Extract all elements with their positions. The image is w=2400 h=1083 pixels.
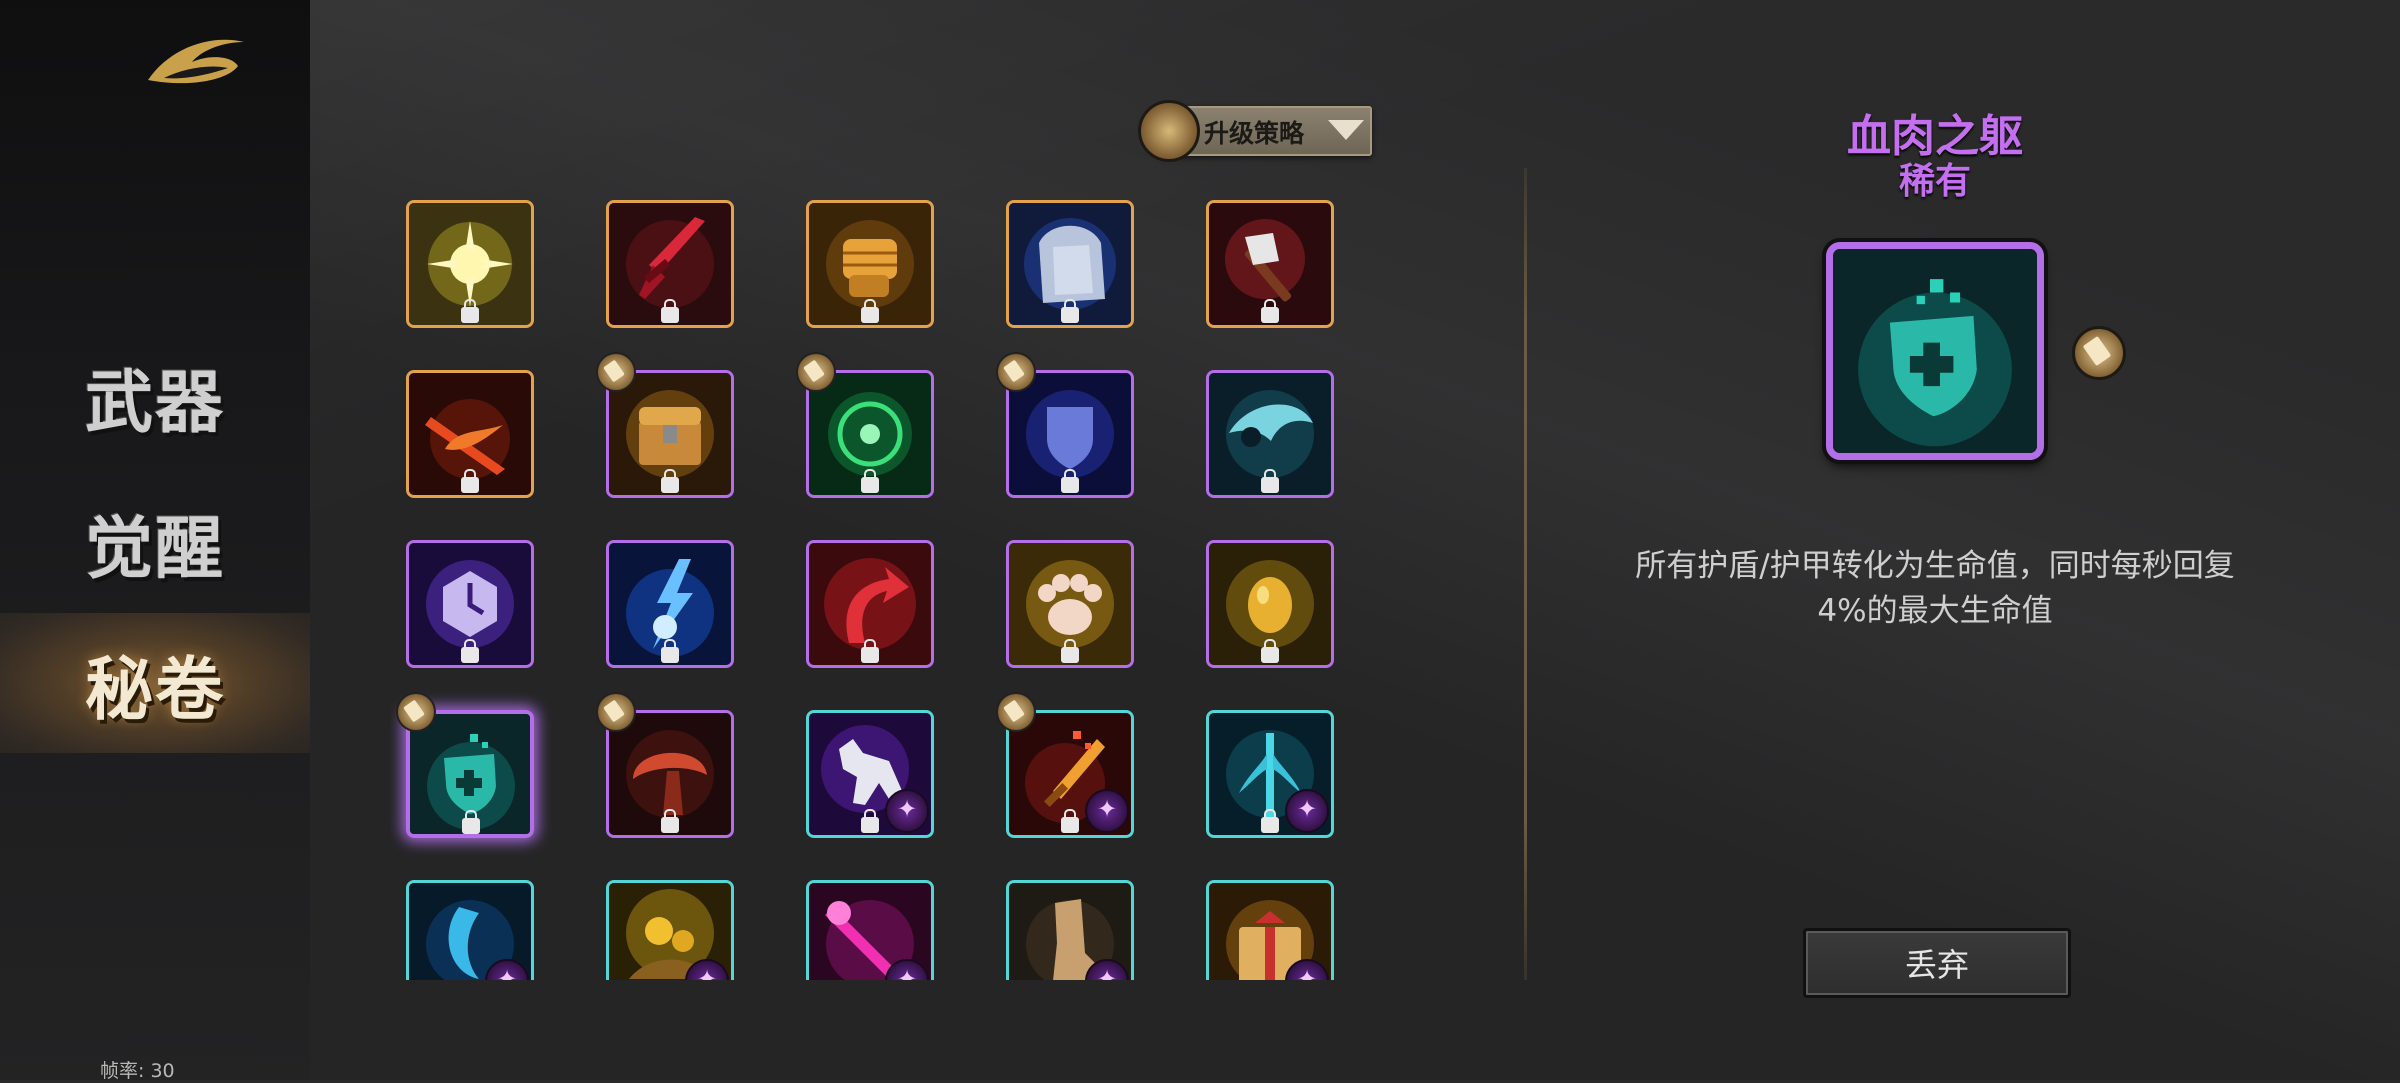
scroll-grid[interactable] bbox=[390, 185, 1360, 980]
sidebar-item-weapons[interactable]: 武器 bbox=[0, 326, 310, 466]
scroll-icon bbox=[396, 692, 436, 732]
grid-item[interactable] bbox=[606, 880, 734, 980]
caret-down-icon bbox=[1328, 120, 1364, 140]
grid-item[interactable] bbox=[806, 540, 934, 668]
grid-item[interactable] bbox=[606, 540, 734, 668]
lock-icon bbox=[1261, 299, 1279, 323]
discard-label: 丢弃 bbox=[1904, 946, 1969, 984]
rune-badge-icon bbox=[885, 789, 929, 833]
golden-swirl-logo-icon bbox=[148, 39, 244, 84]
lock-icon bbox=[861, 809, 879, 833]
lock-icon bbox=[861, 469, 879, 493]
item-rarity: 稀有 bbox=[1898, 161, 1971, 202]
lock-icon bbox=[1261, 809, 1279, 833]
grid-item[interactable] bbox=[806, 880, 934, 980]
lock-icon bbox=[1261, 469, 1279, 493]
grid-item[interactable] bbox=[1206, 200, 1334, 328]
sidebar-item-label: 觉醒 bbox=[84, 508, 225, 589]
heal-shield-icon bbox=[1833, 249, 2037, 453]
lock-icon bbox=[1061, 469, 1079, 493]
dropdown-label: 升级策略 bbox=[1204, 119, 1305, 148]
scroll-icon bbox=[596, 352, 636, 392]
grid-item[interactable] bbox=[406, 880, 534, 980]
discard-button[interactable]: 丢弃 bbox=[1803, 928, 2071, 998]
lock-icon bbox=[861, 299, 879, 323]
lock-icon bbox=[861, 639, 879, 663]
grid-item[interactable] bbox=[1006, 880, 1134, 980]
grid-item[interactable] bbox=[1006, 540, 1134, 668]
scroll-icon bbox=[996, 692, 1036, 732]
lock-icon bbox=[661, 299, 679, 323]
scroll-icon bbox=[796, 352, 836, 392]
grid-item[interactable] bbox=[806, 710, 934, 838]
rune-badge-icon bbox=[1285, 789, 1329, 833]
lock-icon bbox=[661, 639, 679, 663]
scroll-icon bbox=[596, 692, 636, 732]
lock-icon bbox=[461, 299, 479, 323]
grid-item[interactable] bbox=[1006, 200, 1134, 328]
grid-item[interactable] bbox=[406, 370, 534, 498]
lock-icon bbox=[661, 469, 679, 493]
grid-item[interactable] bbox=[1206, 880, 1334, 980]
lock-icon bbox=[461, 469, 479, 493]
lock-icon bbox=[1261, 639, 1279, 663]
lock-icon bbox=[661, 809, 679, 833]
sidebar: 武器 觉醒 秘卷 帧率: 30 bbox=[0, 0, 310, 1082]
sidebar-item-label: 秘卷 bbox=[84, 649, 225, 730]
scroll-icon bbox=[996, 352, 1036, 392]
item-description: 所有护盾/护甲转化为生命值，同时每秒回复4%的最大生命值 bbox=[1635, 548, 2235, 629]
grid-item[interactable] bbox=[606, 200, 734, 328]
grid-item[interactable] bbox=[806, 200, 934, 328]
item-preview bbox=[1826, 242, 2044, 460]
grid-item[interactable] bbox=[1206, 710, 1334, 838]
panel-divider bbox=[1524, 168, 1527, 980]
fps-counter: 帧率: 30 bbox=[100, 1060, 175, 1082]
sidebar-item-label: 武器 bbox=[84, 362, 225, 443]
sidebar-item-secret-scrolls[interactable]: 秘卷 bbox=[0, 613, 310, 753]
grid-item[interactable] bbox=[1206, 370, 1334, 498]
lock-icon bbox=[461, 639, 479, 663]
upgrade-strategy-dropdown[interactable]: 升级策略 bbox=[1138, 100, 1372, 162]
grid-item[interactable] bbox=[406, 200, 534, 328]
rune-badge-icon bbox=[1085, 789, 1129, 833]
scroll-icon bbox=[1138, 100, 1200, 162]
lock-icon bbox=[462, 810, 480, 834]
scroll-icon bbox=[2072, 326, 2126, 380]
lock-icon bbox=[1061, 639, 1079, 663]
sidebar-item-awakening[interactable]: 觉醒 bbox=[0, 472, 310, 612]
lock-icon bbox=[1061, 299, 1079, 323]
lock-icon bbox=[1061, 809, 1079, 833]
grid-item[interactable] bbox=[1206, 540, 1334, 668]
grid-item[interactable] bbox=[406, 540, 534, 668]
